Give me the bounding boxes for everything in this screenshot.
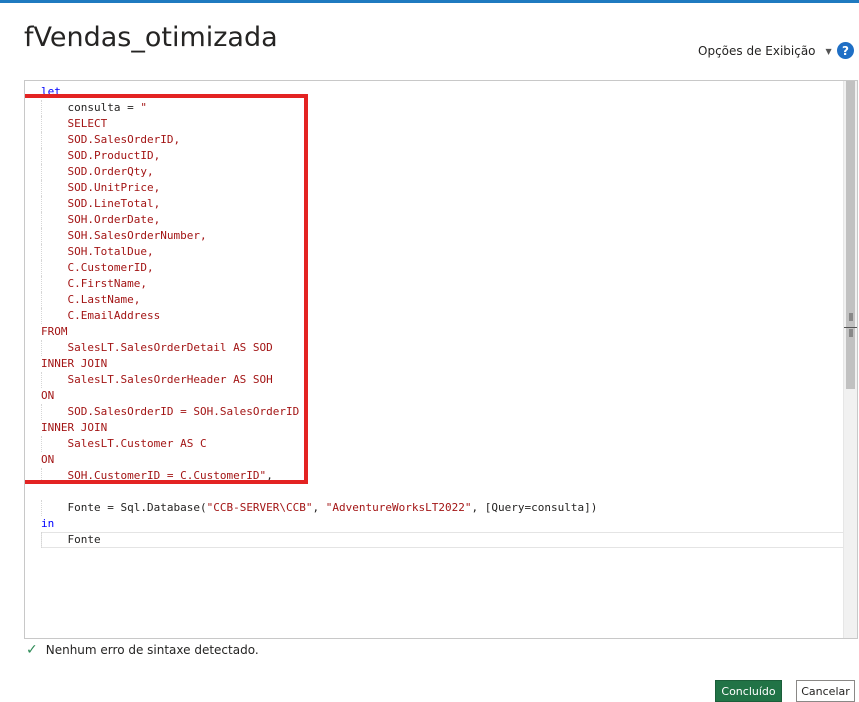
syntax-status-message: Nenhum erro de sintaxe detectado.	[45, 643, 259, 657]
scrollbar-thumb[interactable]	[846, 81, 855, 389]
scrollbar-marker	[849, 313, 853, 321]
scrollbar-marker	[849, 329, 853, 337]
code-text: Fonte	[67, 533, 101, 546]
editor-vertical-scrollbar[interactable]	[843, 81, 857, 638]
top-accent-bar	[0, 0, 859, 3]
code-line[interactable]: Fonte = Sql.Database("CCB-SERVER\CCB", "…	[41, 500, 597, 516]
code-string: "AdventureWorksLT2022"	[325, 501, 472, 514]
chevron-down-icon: ▼	[825, 46, 832, 56]
highlight-annotation-box	[25, 94, 308, 484]
cancel-button[interactable]: Cancelar	[796, 680, 855, 702]
code-keyword: in	[41, 517, 55, 530]
code-line[interactable]: in	[41, 516, 597, 532]
code-editor[interactable]: let consulta = " SELECT SOD.SalesOrderID, SO…	[24, 80, 858, 639]
checkmark-icon: ✓	[26, 642, 38, 658]
syntax-status: ✓ Nenhum erro de sintaxe detectado.	[26, 642, 259, 658]
code-text: ,	[312, 501, 326, 514]
code-text: Fonte = Sql.Database(	[67, 501, 207, 514]
code-line[interactable]: Fonte	[41, 532, 597, 548]
indent-guide	[41, 532, 42, 548]
view-options-label: Opções de Exibição	[698, 44, 816, 58]
scrollbar-position-line	[844, 327, 857, 328]
help-icon[interactable]: ?	[837, 42, 854, 59]
code-line[interactable]	[41, 484, 597, 500]
code-text: , [Query=consulta])	[471, 501, 598, 514]
done-button[interactable]: Concluído	[715, 680, 782, 702]
code-string: "CCB-SERVER\CCB"	[206, 501, 313, 514]
view-options-dropdown[interactable]: Opções de Exibição ▼	[698, 44, 832, 58]
indent-guide	[41, 500, 42, 516]
page-title: fVendas_otimizada	[24, 22, 278, 53]
